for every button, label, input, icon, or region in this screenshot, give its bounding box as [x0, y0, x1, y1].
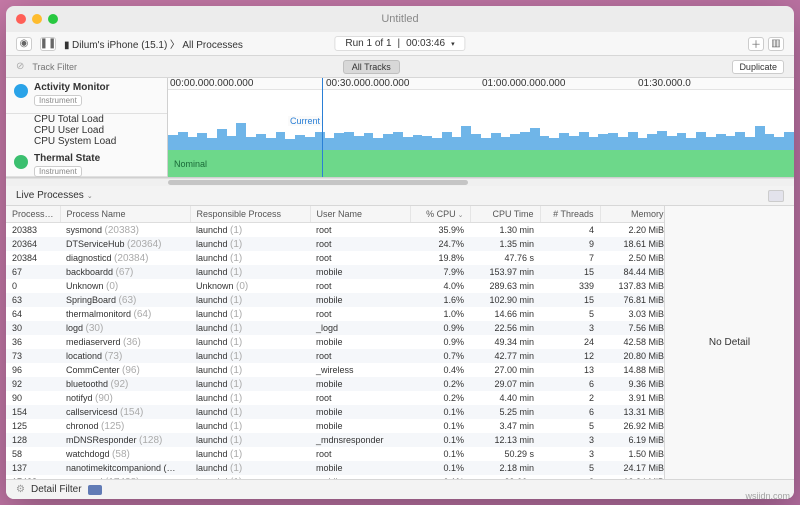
- run-time: 00:03:46: [406, 38, 445, 49]
- chevron-down-icon: ▾: [451, 40, 455, 48]
- table-row[interactable]: 67backboardd (67)launchd (1)mobile7.9%15…: [6, 265, 664, 279]
- table-row[interactable]: 20364DTServiceHub (20364)launchd (1)root…: [6, 237, 664, 251]
- process-table[interactable]: Process…Process NameResponsible ProcessU…: [6, 206, 664, 479]
- panel-toggle-button[interactable]: ▥: [768, 37, 784, 51]
- col-header[interactable]: Responsible Process: [190, 206, 310, 223]
- instrument-tag: Instrument: [34, 166, 82, 177]
- thermal-value: Nominal: [168, 159, 207, 169]
- status-indicator: [88, 485, 102, 495]
- window-title: Untitled: [381, 13, 418, 25]
- filter-bar: ⊘ All Tracks Duplicate: [6, 56, 794, 78]
- process-view-select[interactable]: Live Processes⌄: [16, 190, 93, 201]
- table-row[interactable]: 20384diagnosticd (20384)launchd (1)root1…: [6, 251, 664, 265]
- close-icon[interactable]: [16, 14, 26, 24]
- cpu-graph[interactable]: [168, 90, 794, 150]
- col-header[interactable]: Process Name: [60, 206, 190, 223]
- table-row[interactable]: 0Unknown (0)Unknown (0)root4.0%289.63 mi…: [6, 279, 664, 293]
- thermal-icon: [14, 155, 28, 169]
- cpu-total-label: CPU Total Load: [34, 114, 167, 125]
- col-header[interactable]: User Name: [310, 206, 410, 223]
- tracks-panel: Activity Monitor Instrument CPU Total Lo…: [6, 78, 794, 178]
- duplicate-button[interactable]: Duplicate: [732, 60, 784, 74]
- track-sublabels: CPU Total Load CPU User Load CPU System …: [6, 114, 167, 149]
- process-selector-bar: Live Processes⌄: [6, 186, 794, 206]
- run-info[interactable]: Run 1 of 1 | 00:03:46 ▾: [334, 36, 465, 51]
- table-row[interactable]: 137nanotimekitcompaniond (…launchd (1)mo…: [6, 461, 664, 475]
- table-row[interactable]: 20383sysmond (20383)launchd (1)root35.9%…: [6, 223, 664, 238]
- cpu-user-label: CPU User Load: [34, 125, 167, 136]
- col-header[interactable]: Process…: [6, 206, 60, 223]
- toolbar: ◉ ❚❚ ▮ Dilum's iPhone (15.1) 〉 All Proce…: [6, 32, 794, 56]
- time-ruler: 00:00.000.000.000 00:30.000.000.000 01:0…: [168, 78, 794, 90]
- track-thermal-state[interactable]: Thermal State Instrument: [6, 149, 167, 177]
- col-header[interactable]: CPU Time: [470, 206, 540, 223]
- table-row[interactable]: 36mediaserverd (36)launchd (1)mobile0.9%…: [6, 335, 664, 349]
- table-row[interactable]: 30logd (30)launchd (1)_logd0.9%22.56 min…: [6, 321, 664, 335]
- table-row[interactable]: 90notifyd (90)launchd (1)root0.2%4.40 mi…: [6, 391, 664, 405]
- timeline[interactable]: 00:00.000.000.000 00:30.000.000.000 01:0…: [168, 78, 794, 177]
- detail-panel: No Detail: [664, 206, 794, 479]
- run-label: Run 1 of 1: [345, 38, 391, 49]
- filter-icon: ⊘: [16, 61, 24, 72]
- playhead[interactable]: [322, 78, 323, 177]
- table-row[interactable]: 128mDNSResponder (128)launchd (1)_mdnsre…: [6, 433, 664, 447]
- table-row[interactable]: 92bluetoothd (92)launchd (1)mobile0.2%29…: [6, 377, 664, 391]
- table-row[interactable]: 64thermalmonitord (64)launchd (1)root1.0…: [6, 307, 664, 321]
- status-bar: ⚙ Detail Filter: [6, 479, 794, 499]
- minimize-icon[interactable]: [32, 14, 42, 24]
- titlebar: Untitled: [6, 6, 794, 32]
- thermal-graph[interactable]: Nominal: [168, 150, 794, 177]
- table-row[interactable]: 58watchdogd (58)launchd (1)root0.1%50.29…: [6, 447, 664, 461]
- table-row[interactable]: 96CommCenter (96)launchd (1)_wireless0.4…: [6, 363, 664, 377]
- all-tracks-button[interactable]: All Tracks: [343, 60, 400, 74]
- breadcrumb-device: Dilum's iPhone (15.1): [72, 40, 167, 51]
- current-label: Current: [288, 116, 322, 126]
- record-button[interactable]: ◉: [16, 37, 32, 51]
- app-window: Untitled ◉ ❚❚ ▮ Dilum's iPhone (15.1) 〉 …: [6, 6, 794, 499]
- pause-button[interactable]: ❚❚: [40, 37, 56, 51]
- track-title: Activity Monitor: [34, 82, 110, 93]
- table-row[interactable]: 63SpringBoard (63)launchd (1)mobile1.6%1…: [6, 293, 664, 307]
- table-row[interactable]: 125chronod (125)launchd (1)mobile0.1%3.4…: [6, 419, 664, 433]
- table-row[interactable]: 73locationd (73)launchd (1)root0.7%42.77…: [6, 349, 664, 363]
- phone-icon: ▮: [64, 40, 70, 51]
- timeline-scrollbar[interactable]: [6, 178, 794, 186]
- no-detail-label: No Detail: [709, 337, 750, 348]
- track-activity-monitor[interactable]: Activity Monitor Instrument: [6, 78, 167, 114]
- gear-icon[interactable]: ⚙: [16, 484, 25, 495]
- col-header[interactable]: Memory: [600, 206, 664, 223]
- maximize-icon[interactable]: [48, 14, 58, 24]
- detail-filter-label[interactable]: Detail Filter: [31, 484, 82, 495]
- activity-icon: [14, 84, 28, 98]
- table-row[interactable]: 154callservicesd (154)launchd (1)mobile0…: [6, 405, 664, 419]
- track-filter-input[interactable]: [32, 62, 172, 72]
- cpu-system-label: CPU System Load: [34, 136, 167, 147]
- track-title: Thermal State: [34, 153, 100, 164]
- col-header[interactable]: # Threads: [540, 206, 600, 223]
- col-header[interactable]: % CPU⌄: [410, 206, 470, 223]
- add-button[interactable]: ＋: [748, 37, 764, 51]
- watermark: wsiidn.com: [745, 491, 790, 501]
- instrument-tag: Instrument: [34, 95, 82, 106]
- view-mode-button[interactable]: [768, 190, 784, 202]
- breadcrumb-process: All Processes: [182, 40, 243, 51]
- breadcrumb[interactable]: ▮ Dilum's iPhone (15.1) 〉 All Processes: [64, 36, 243, 51]
